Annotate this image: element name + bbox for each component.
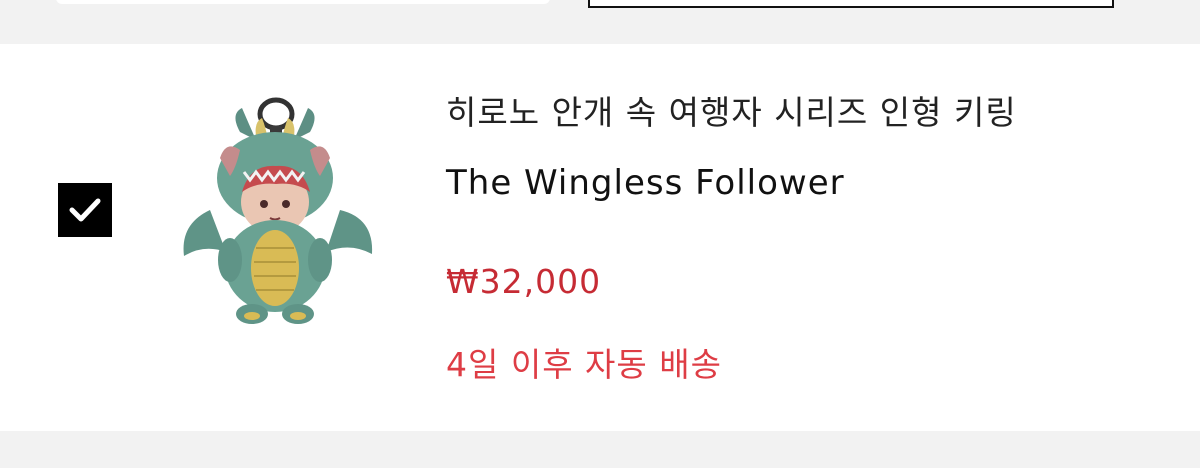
- item-select-checkbox[interactable]: [58, 183, 112, 237]
- product-thumbnail[interactable]: [170, 92, 380, 332]
- dragon-doll-image: [183, 97, 373, 324]
- top-field[interactable]: [56, 0, 550, 4]
- cart-page: 히로노 안개 속 여행자 시리즈 인형 키링 The Wingless Foll…: [0, 0, 1200, 468]
- top-button[interactable]: [588, 0, 1114, 8]
- product-title-ko[interactable]: 히로노 안개 속 여행자 시리즈 인형 키링: [446, 86, 1017, 134]
- bottom-section: [0, 431, 1200, 468]
- product-title-en[interactable]: The Wingless Follower: [446, 163, 845, 203]
- product-price: ₩32,000: [446, 262, 602, 301]
- checkmark-icon: [69, 198, 101, 222]
- top-section: [0, 0, 1200, 44]
- delivery-note: 4일 이후 자동 배송: [446, 345, 722, 384]
